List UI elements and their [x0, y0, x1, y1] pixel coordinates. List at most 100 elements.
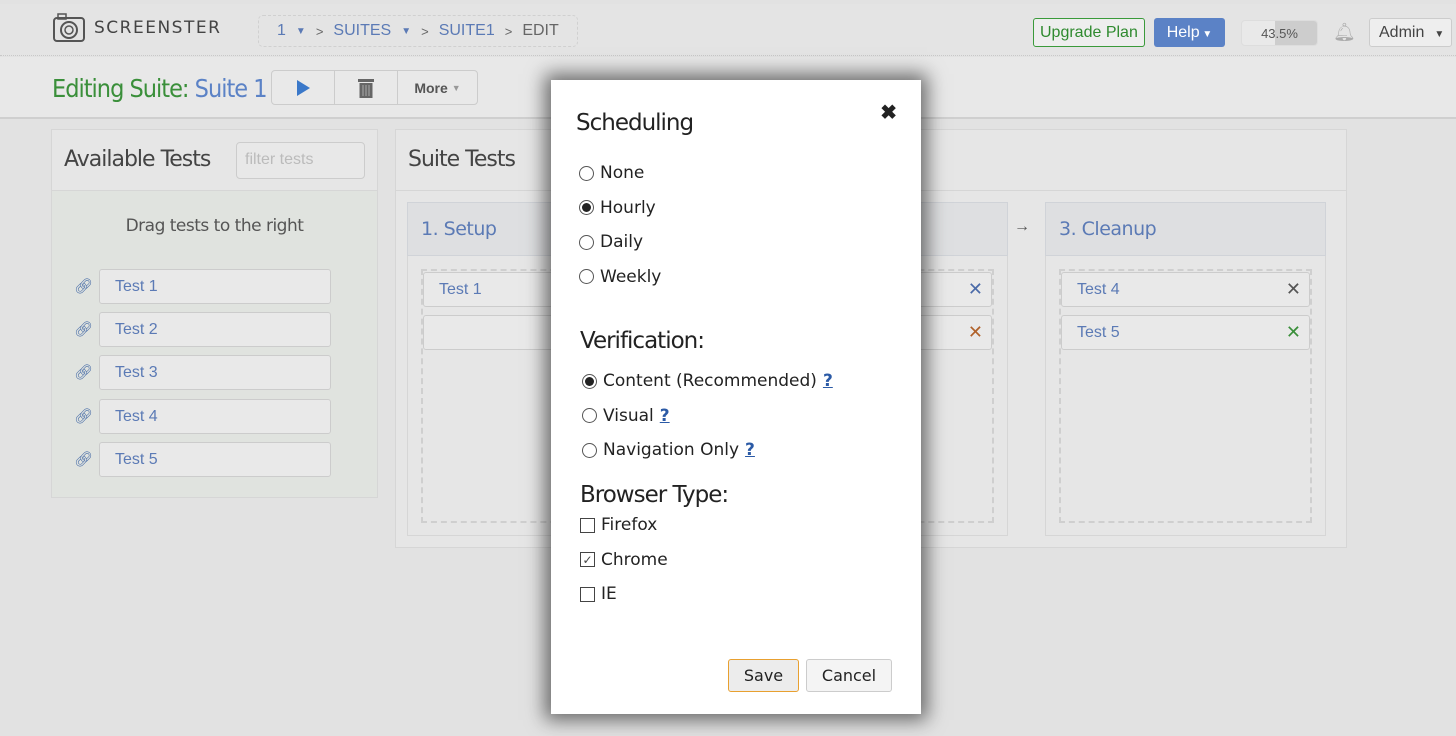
verification-option[interactable]: Navigation Only?: [582, 440, 755, 460]
available-test-item[interactable]: Test 4: [99, 398, 331, 434]
radio-button[interactable]: [579, 234, 594, 250]
available-test-item[interactable]: Test 5: [99, 441, 331, 477]
user-label: Admin: [1379, 24, 1425, 41]
browser-option[interactable]: Firefox: [580, 515, 657, 535]
logo[interactable]: SCREENSTER: [52, 13, 221, 43]
help-link[interactable]: ?: [745, 440, 755, 460]
scheduling-option[interactable]: None: [579, 163, 644, 183]
option-label: Content (Recommended): [603, 371, 817, 391]
scheduling-title: Scheduling: [576, 110, 694, 136]
separator: >: [421, 23, 429, 39]
available-test-item[interactable]: Test 2: [99, 312, 331, 348]
radio-button[interactable]: [582, 442, 597, 458]
available-test-item[interactable]: Test 3: [99, 355, 331, 391]
help-label: Help: [1166, 24, 1200, 41]
remove-icon[interactable]: ✕: [968, 273, 983, 306]
radio-button[interactable]: [579, 165, 594, 181]
radio-button[interactable]: [582, 373, 597, 389]
breadcrumb-suites[interactable]: SUITES: [333, 22, 391, 40]
option-label: Daily: [600, 232, 644, 253]
scheduling-option[interactable]: Daily: [579, 232, 643, 252]
checkbox[interactable]: [580, 586, 595, 602]
option-label: Weekly: [600, 266, 662, 287]
scheduling-option[interactable]: Hourly: [579, 198, 656, 218]
page-title: Editing Suite: Suite 1: [52, 74, 268, 103]
browser-option[interactable]: ✓ Chrome: [580, 550, 668, 570]
remove-icon[interactable]: ✕: [1286, 316, 1301, 349]
drag-hint: Drag tests to the right: [125, 216, 304, 236]
available-test-item[interactable]: Test 1: [99, 269, 331, 304]
user-menu[interactable]: Admin ▼: [1369, 18, 1452, 47]
bell-icon[interactable]: 🔔︎: [1333, 22, 1356, 43]
save-button[interactable]: Save: [728, 659, 799, 692]
test-label: Test 4: [115, 407, 158, 425]
radio-button[interactable]: [579, 269, 594, 285]
scheduling-option[interactable]: Weekly: [579, 267, 661, 287]
scheduling-modal: Scheduling ✖ None Hourly Daily Weekly Verif…: [551, 80, 921, 714]
radio-button[interactable]: [582, 408, 597, 424]
caret-down-icon: ▼: [451, 82, 461, 93]
play-icon: [296, 79, 310, 96]
checkbox[interactable]: ✓: [580, 552, 595, 568]
caret-down-icon: ▼: [1199, 29, 1213, 40]
filter-tests-input[interactable]: filter tests: [236, 142, 365, 179]
help-button[interactable]: Help ▼: [1154, 18, 1225, 47]
test-label: Test 2: [115, 321, 158, 339]
delete-button[interactable]: [335, 71, 398, 104]
link-icon: 🔗︎: [74, 321, 94, 339]
usage-progress: 43.5%: [1241, 20, 1318, 46]
suite-tests-title: Suite Tests: [408, 147, 516, 172]
link-icon: 🔗︎: [74, 407, 94, 425]
remove-icon[interactable]: ✕: [968, 316, 983, 349]
link-icon: 🔗︎: [74, 278, 94, 295]
title-prefix: Editing Suite:: [52, 74, 190, 103]
caret-down-icon[interactable]: ▼: [296, 26, 306, 37]
run-button[interactable]: [272, 71, 335, 104]
option-label: Visual: [603, 405, 654, 426]
suite-test-item[interactable]: Test 5 ✕: [1061, 315, 1310, 350]
help-link[interactable]: ?: [660, 406, 670, 426]
stage-dropzone[interactable]: [1059, 269, 1312, 523]
test-label: Test 4: [1077, 281, 1120, 298]
breadcrumb-project[interactable]: 1: [277, 22, 286, 40]
option-label: Hourly: [600, 197, 656, 218]
radio-button[interactable]: [579, 200, 594, 216]
upgrade-plan-button[interactable]: Upgrade Plan: [1033, 18, 1145, 47]
test-label: Test 1: [115, 278, 158, 295]
caret-down-icon[interactable]: ▼: [401, 26, 411, 37]
caret-down-icon: ▼: [1434, 29, 1445, 40]
breadcrumb-suite[interactable]: SUITE1: [439, 22, 495, 40]
suite-test-item[interactable]: Test 4 ✕: [1061, 272, 1310, 307]
option-label: Firefox: [601, 515, 658, 535]
stage-title: 3. Cleanup: [1045, 202, 1326, 256]
close-icon[interactable]: ✖: [880, 100, 897, 125]
test-label: Test 1: [439, 281, 482, 298]
brand-name: SCREENSTER: [94, 18, 222, 38]
option-label: Chrome: [601, 549, 668, 570]
link-icon: 🔗︎: [74, 450, 94, 468]
help-link[interactable]: ?: [823, 371, 833, 391]
arrow-right-icon: →: [1014, 218, 1030, 235]
cancel-button[interactable]: Cancel: [806, 659, 892, 692]
option-label: IE: [601, 584, 617, 605]
available-tests-title: Available Tests: [64, 147, 211, 172]
verification-option[interactable]: Visual?: [582, 406, 670, 426]
browser-type-title: Browser Type:: [580, 482, 729, 508]
usage-label: 43.5%: [1261, 26, 1298, 41]
option-label: Navigation Only: [603, 440, 740, 461]
more-button[interactable]: More ▼: [398, 71, 477, 104]
trash-icon: [358, 78, 374, 98]
test-label: Test 3: [115, 364, 158, 382]
separator: >: [315, 23, 324, 39]
suite-name: Suite 1: [194, 74, 268, 103]
test-label: Test 5: [115, 450, 158, 468]
breadcrumb-edit: EDIT: [522, 22, 559, 39]
suite-actions: More ▼: [271, 70, 478, 105]
verification-title: Verification:: [580, 328, 705, 354]
test-label: Test 5: [1077, 324, 1120, 341]
browser-option[interactable]: IE: [580, 584, 617, 604]
remove-icon[interactable]: ✕: [1286, 273, 1301, 306]
checkbox[interactable]: [580, 517, 595, 533]
verification-option[interactable]: Content (Recommended)?: [582, 371, 833, 391]
separator: >: [504, 23, 513, 39]
